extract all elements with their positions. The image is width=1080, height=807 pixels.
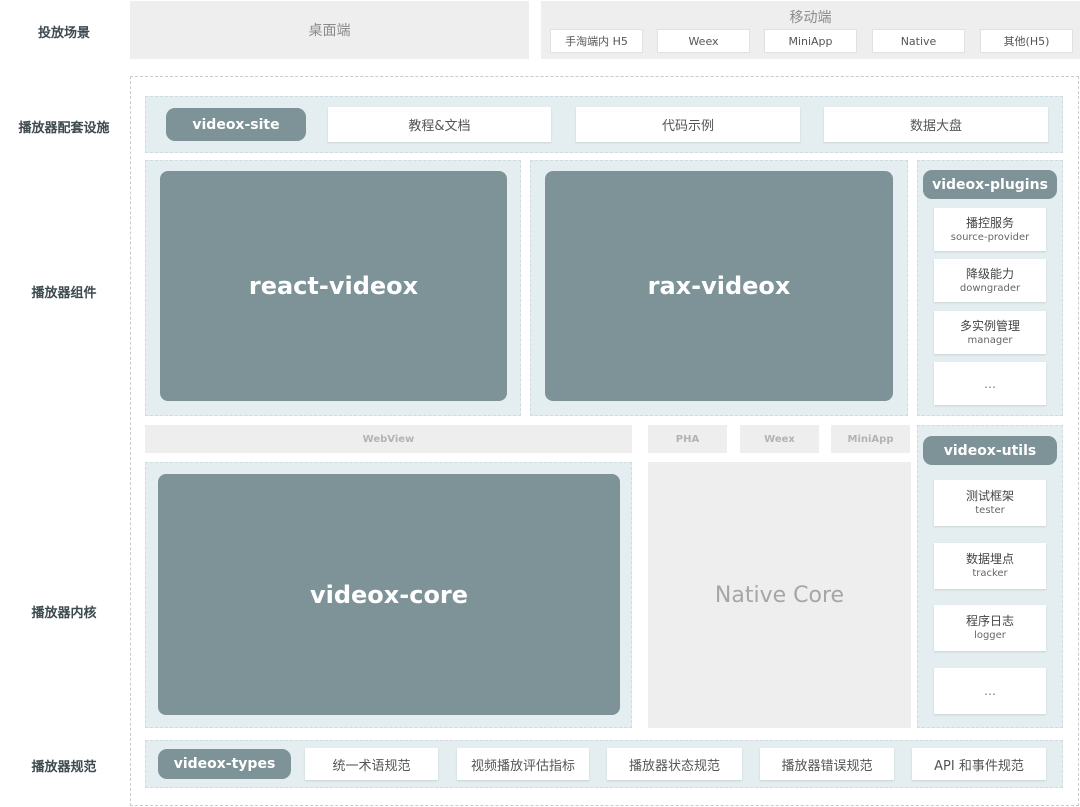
spec-item-state: 播放器状态规范 [607, 748, 742, 780]
plugin-manager-en: manager [967, 334, 1013, 346]
plugin-downgrader-zh: 降级能力 [965, 266, 1014, 281]
plugin-downgrader: 降级能力 downgrader [934, 259, 1046, 302]
spec-item-terms: 统一术语规范 [305, 748, 438, 780]
util-tester: 测试框架 tester [934, 480, 1046, 526]
plugin-manager-zh: 多实例管理 [959, 318, 1020, 333]
mobile-item-miniapp: MiniApp [764, 29, 857, 53]
plugin-downgrader-en: downgrader [959, 282, 1021, 294]
util-tester-en: tester [975, 505, 1005, 516]
react-videox-box: react-videox [160, 171, 507, 401]
util-tracker-zh: 数据埋点 [965, 552, 1014, 566]
weex-strip: Weex [740, 425, 819, 453]
util-tracker: 数据埋点 tracker [934, 543, 1046, 589]
videox-site-pill: videox-site [166, 108, 306, 141]
videox-types-pill: videox-types [158, 749, 291, 779]
util-more: … [934, 668, 1046, 714]
util-more-ellipsis: … [984, 684, 996, 698]
row-label-components: 播放器组件 [31, 286, 97, 301]
pha-strip: PHA [648, 425, 727, 453]
row-label-kernel: 播放器内核 [31, 606, 97, 621]
row-label-spec: 播放器规范 [31, 760, 97, 775]
row-label-infra: 播放器配套设施 [18, 121, 110, 136]
util-logger-zh: 程序日志 [965, 614, 1014, 628]
mobile-item-other: 其他(H5) [980, 29, 1073, 53]
util-tester-zh: 测试框架 [965, 489, 1014, 503]
mobile-item-h5: 手淘端内 H5 [550, 29, 643, 53]
plugin-more: … [934, 362, 1046, 405]
util-logger: 程序日志 logger [934, 605, 1046, 651]
spec-item-api: API 和事件规范 [912, 748, 1046, 780]
plugin-manager: 多实例管理 manager [934, 311, 1046, 354]
row-label-scenario: 投放场景 [37, 26, 90, 41]
infra-item-examples: 代码示例 [576, 107, 800, 142]
mobile-item-native: Native [872, 29, 965, 53]
plugin-more-ellipsis: … [984, 376, 996, 391]
mobile-band: 移动端 手淘端内 H5 Weex MiniApp Native 其他(H5) [541, 1, 1080, 59]
util-tracker-en: tracker [972, 568, 1008, 579]
infra-item-docs: 教程&文档 [328, 107, 551, 142]
webview-strip: WebView [145, 425, 632, 453]
desktop-band: 桌面端 [130, 1, 529, 59]
spec-item-metrics: 视频播放评估指标 [457, 748, 589, 780]
videox-utils-pill: videox-utils [923, 436, 1057, 465]
native-core-box: Native Core [648, 462, 911, 728]
desktop-label: 桌面端 [308, 23, 351, 39]
plugin-source-provider: 播控服务 source-provider [934, 208, 1046, 251]
plugin-source-provider-en: source-provider [950, 231, 1030, 243]
rax-videox-box: rax-videox [545, 171, 893, 401]
util-logger-en: logger [974, 630, 1006, 641]
videox-plugins-pill: videox-plugins [923, 170, 1057, 199]
videox-core-box: videox-core [158, 474, 620, 715]
spec-item-error: 播放器错误规范 [760, 748, 894, 780]
miniapp-strip: MiniApp [831, 425, 910, 453]
infra-item-dashboard: 数据大盘 [824, 107, 1048, 142]
mobile-label: 移动端 [789, 10, 832, 26]
mobile-item-weex: Weex [657, 29, 750, 53]
plugin-source-provider-zh: 播控服务 [965, 215, 1014, 230]
